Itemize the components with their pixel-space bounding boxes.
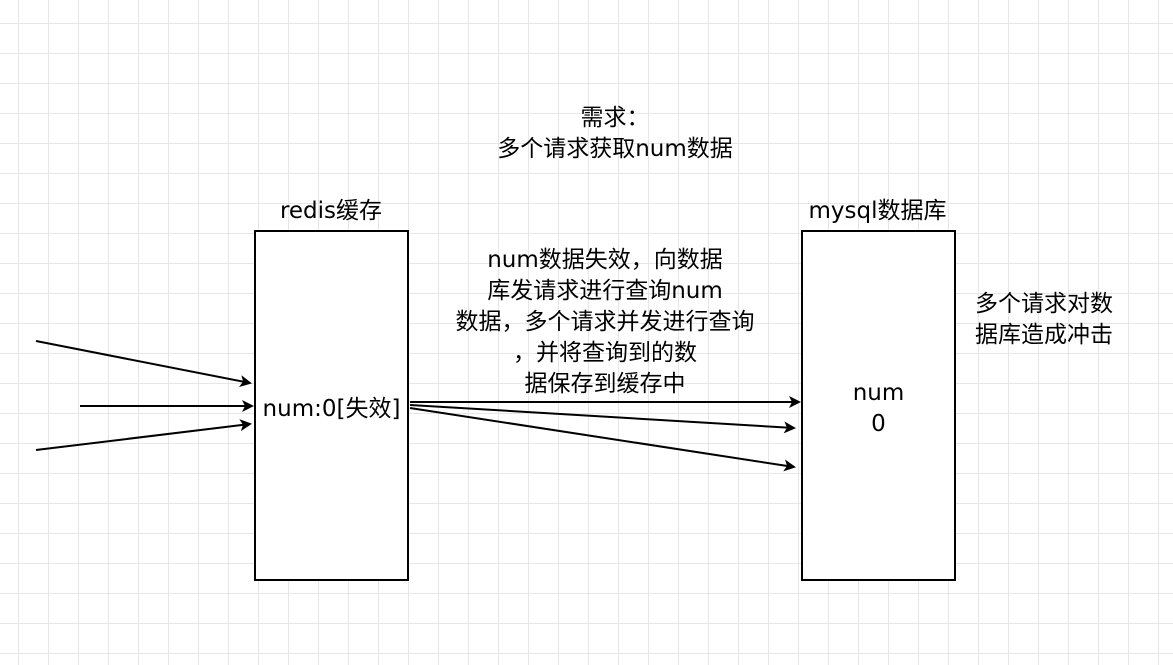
requirement-line-2: 多个请求获取num数据: [497, 136, 733, 162]
database-query-arrow-3: [409, 407, 796, 472]
redis-cache-title: redis缓存: [279, 198, 383, 224]
cache-miss-note-line-4: ，并将查询到的数: [513, 340, 697, 366]
requirement-line-1: 需求：: [580, 105, 650, 131]
database-query-arrow-2: [409, 404, 796, 434]
incoming-request-arrow-1: [35, 340, 252, 387]
database-impact-note-line-1: 多个请求对数: [975, 291, 1113, 317]
cache-miss-note-line-1: num数据失效，向数据: [487, 247, 723, 273]
database-impact-note: 多个请求对数 据库造成冲击: [975, 289, 1165, 351]
cache-miss-note: num数据失效，向数据 库发请求进行查询num 数据，多个请求并发进行查询 ，并…: [435, 245, 775, 400]
redis-cache-box: num:0[失效]: [254, 230, 409, 581]
cache-miss-note-line-2: 库发请求进行查询num: [487, 278, 723, 304]
mysql-value-line-2: 0: [871, 411, 886, 437]
mysql-database-value: num 0: [801, 378, 956, 440]
database-impact-note-line-2: 据库造成冲击: [975, 322, 1113, 348]
mysql-database-title: mysql数据库: [808, 198, 947, 224]
mysql-value-line-1: num: [852, 380, 905, 406]
cache-miss-note-line-5: 据保存到缓存中: [524, 371, 686, 397]
requirement-title: 需求： 多个请求获取num数据: [440, 103, 790, 165]
mysql-database-box: num 0: [801, 230, 956, 581]
cache-miss-note-line-3: 数据，多个请求并发进行查询: [455, 309, 755, 335]
diagram-canvas: 需求： 多个请求获取num数据 redis缓存 num:0[失效] mysql数…: [0, 0, 1173, 665]
redis-cache-value: num:0[失效]: [262, 396, 401, 422]
incoming-request-arrow-3: [35, 419, 252, 451]
